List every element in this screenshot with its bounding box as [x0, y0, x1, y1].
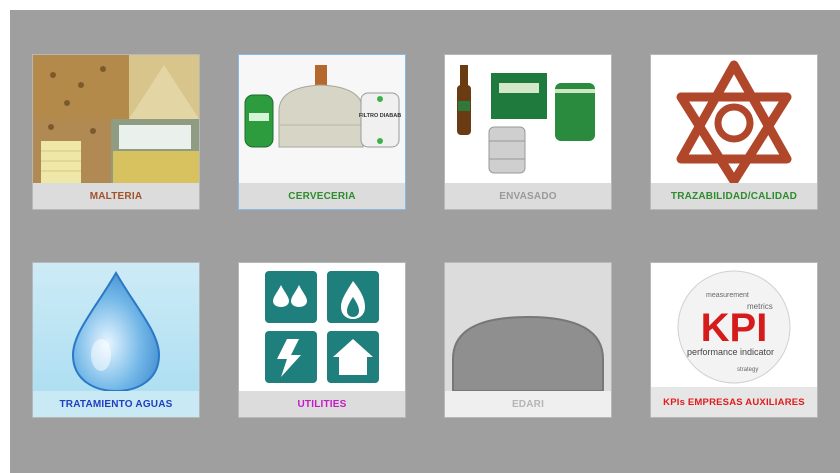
kpi-word-3: performance indicator [687, 347, 774, 357]
kpi-image: KPI measurement metrics performance indi… [651, 263, 817, 391]
trazabilidad-image [651, 55, 817, 183]
tile-utilities[interactable]: UTILITIES [238, 262, 406, 418]
tile-malteria[interactable]: MALTERIA [32, 54, 200, 210]
water-drop-image [33, 263, 199, 391]
envasado-image [445, 55, 611, 183]
tile-label: CERVECERIA [239, 183, 405, 209]
tile-label: TRATAMIENTO AGUAS [33, 391, 199, 417]
tile-cerveceria[interactable]: FILTRO DIABAB CERVECERIA [238, 54, 406, 210]
tile-label: TRAZABILIDAD/CALIDAD [651, 183, 817, 209]
tile-label: EDARI [445, 391, 611, 417]
tile-envasado[interactable]: ENVASADO [444, 54, 612, 210]
edari-image [445, 263, 611, 391]
malteria-image [33, 55, 199, 183]
cerveceria-image: FILTRO DIABAB [239, 55, 405, 183]
tile-kpis[interactable]: KPI measurement metrics performance indi… [650, 262, 818, 418]
kpi-word-2: metrics [747, 302, 773, 311]
tile-label: KPIs EMPRESAS AUXILIARES [651, 387, 817, 417]
tile-label: ENVASADO [445, 183, 611, 209]
app-frame: MALTERIA FILTRO DIABAB CERVECERIA ENVASA… [0, 0, 840, 473]
kpi-big-text: KPI [701, 306, 768, 350]
utilities-image [239, 263, 405, 391]
kpi-word-1: measurement [706, 292, 749, 299]
tile-label: UTILITIES [239, 391, 405, 417]
tile-trazabilidad[interactable]: TRAZABILIDAD/CALIDAD [650, 54, 818, 210]
filtro-label: FILTRO DIABAB [359, 113, 401, 119]
tile-label: MALTERIA [33, 183, 199, 209]
tile-edari[interactable]: EDARI [444, 262, 612, 418]
tile-tratamiento-aguas[interactable]: TRATAMIENTO AGUAS [32, 262, 200, 418]
dashboard-panel: MALTERIA FILTRO DIABAB CERVECERIA ENVASA… [10, 10, 840, 473]
kpi-word-4: strategy [737, 367, 758, 373]
